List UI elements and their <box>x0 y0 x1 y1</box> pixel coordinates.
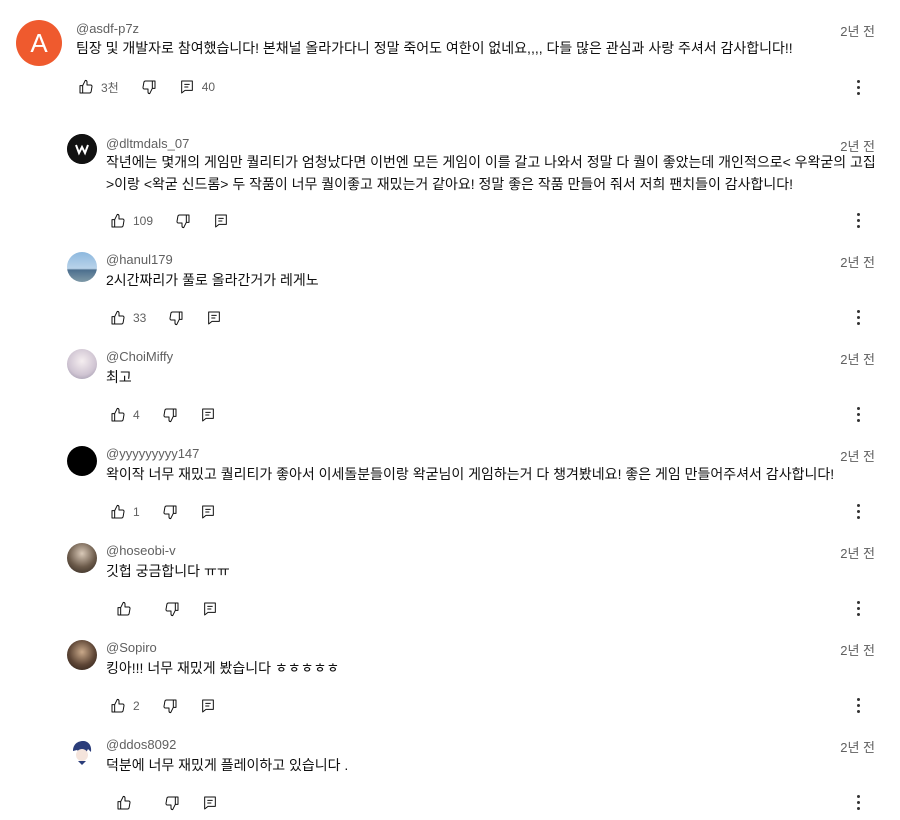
more-vert-icon[interactable] <box>856 308 862 328</box>
more-vert-icon[interactable] <box>856 211 862 231</box>
reply-button[interactable] <box>202 795 218 811</box>
more-vert-icon[interactable] <box>856 599 862 619</box>
comment-actions <box>116 793 240 813</box>
reply-button[interactable] <box>200 698 216 714</box>
dislike-button[interactable] <box>162 407 178 423</box>
reply-icon <box>201 505 214 519</box>
like-button[interactable]: 1 <box>110 504 140 520</box>
avatar[interactable] <box>67 543 97 573</box>
comment-text: 깃헙 궁금합니다 ㅠㅠ <box>106 563 230 579</box>
like-count: 1 <box>133 505 140 519</box>
comment-text: 작년에는 몇개의 게임만 퀄리티가 엄청났다면 이번엔 모든 게임이 이를 갈고… <box>106 154 876 192</box>
avatar[interactable] <box>67 446 97 476</box>
dislike-button[interactable] <box>175 213 191 229</box>
dislike-button[interactable] <box>141 79 157 95</box>
like-button[interactable]: 3천 <box>78 79 119 96</box>
more-vert-icon[interactable] <box>856 502 862 522</box>
comment-text: 2시간짜리가 풀로 올라간거가 레게노 <box>106 272 319 288</box>
thumbs-up-icon <box>111 310 125 325</box>
comment-actions: 109 <box>110 211 251 231</box>
like-count: 2 <box>133 699 140 713</box>
thumbs-down-icon <box>163 408 177 423</box>
reply-button[interactable] <box>200 504 216 520</box>
like-count: 33 <box>133 311 147 325</box>
thumbs-down-icon <box>176 214 190 229</box>
like-button[interactable]: 2 <box>110 698 140 714</box>
more-vert-icon[interactable] <box>856 793 862 813</box>
comment-actions <box>116 599 240 619</box>
avatar[interactable] <box>67 252 97 282</box>
comment-text: 팀장 및 개발자로 참여했습니다! 본채널 올라가다니 정말 죽어도 여한이 없… <box>76 40 793 56</box>
thumbs-down-icon <box>165 602 179 617</box>
comment-text: 최고 <box>106 369 132 385</box>
reply-icon <box>204 796 216 810</box>
thumbs-down-icon <box>163 699 177 714</box>
comment-author[interactable]: @yyyyyyyyy147 <box>106 446 199 461</box>
comment-author[interactable]: @ChoiMiffy <box>106 349 173 364</box>
comment-text: 킹아!!! 너무 재밌게 봤습니다 ㅎㅎㅎㅎㅎ <box>106 660 340 676</box>
thumbs-down-icon <box>163 505 177 520</box>
reply-button[interactable] <box>202 601 218 617</box>
comment-actions: 33 <box>110 308 244 328</box>
thumbs-down-icon <box>165 796 179 811</box>
thumbs-up-icon <box>111 504 125 519</box>
reply-icon <box>215 214 227 228</box>
like-count: 109 <box>133 214 154 228</box>
thumbs-down-icon <box>142 80 156 95</box>
thumbs-up-icon <box>79 79 93 94</box>
comment-author[interactable]: @Sopiro <box>106 640 157 655</box>
comment-actions: 3천 40 <box>78 77 237 97</box>
anime-avatar-icon <box>73 741 92 765</box>
more-vert-icon[interactable] <box>856 405 862 425</box>
more-vert-icon[interactable] <box>856 78 862 98</box>
comment-author[interactable]: @hoseobi-v <box>106 543 176 558</box>
dislike-button[interactable] <box>162 504 178 520</box>
avatar[interactable] <box>67 640 97 670</box>
thumbs-up-icon <box>117 601 131 616</box>
thumbs-up-icon <box>111 698 125 713</box>
thumbs-up-icon <box>111 407 125 422</box>
reply-icon <box>204 602 216 616</box>
dislike-button[interactable] <box>164 601 180 617</box>
comment-actions: 4 <box>110 405 238 425</box>
reply-icon <box>201 408 214 422</box>
reply-icon <box>201 699 214 713</box>
more-vert-icon[interactable] <box>856 696 862 716</box>
avatar-letter: A <box>30 27 48 58</box>
comment-actions: 2 <box>110 696 238 716</box>
dislike-button[interactable] <box>162 698 178 714</box>
avatar[interactable] <box>67 349 97 379</box>
comment-actions: 1 <box>110 502 238 522</box>
dislike-button[interactable] <box>164 795 180 811</box>
like-button[interactable]: 4 <box>110 407 140 423</box>
reply-icon <box>180 80 193 94</box>
reply-button[interactable] <box>213 213 229 229</box>
like-button[interactable]: 33 <box>110 310 146 326</box>
avatar[interactable] <box>67 737 97 767</box>
thumbs-up-icon <box>111 213 125 228</box>
comment-text: 왁이작 너무 재밌고 퀄리티가 좋아서 이세돌분들이랑 왁굳님이 게임하는거 다… <box>106 466 835 482</box>
reply-icon <box>208 311 221 325</box>
thumbs-up-icon <box>117 795 131 810</box>
dislike-button[interactable] <box>168 310 184 326</box>
comment-author[interactable]: @dltmdals_07 <box>106 136 189 151</box>
logo-icon <box>67 134 97 164</box>
reply-button[interactable] <box>200 407 216 423</box>
like-count: 3천 <box>101 80 119 95</box>
reply-button[interactable] <box>206 310 222 326</box>
thumbs-down-icon <box>169 311 183 326</box>
replies-button[interactable]: 40 <box>179 79 215 95</box>
comment-author[interactable]: @hanul179 <box>106 252 173 267</box>
comment-author[interactable]: @asdf-p7z <box>76 21 139 36</box>
avatar[interactable] <box>67 134 97 164</box>
reply-count: 40 <box>201 80 216 94</box>
comment-author[interactable]: @ddos8092 <box>106 737 176 752</box>
like-button[interactable] <box>116 601 132 617</box>
like-button[interactable] <box>116 795 132 811</box>
comment-text: 덕분에 너무 재밌게 플레이하고 있습니다 . <box>106 757 349 773</box>
like-count: 4 <box>133 408 140 422</box>
avatar[interactable]: A <box>16 20 62 66</box>
like-button[interactable]: 109 <box>110 213 153 229</box>
